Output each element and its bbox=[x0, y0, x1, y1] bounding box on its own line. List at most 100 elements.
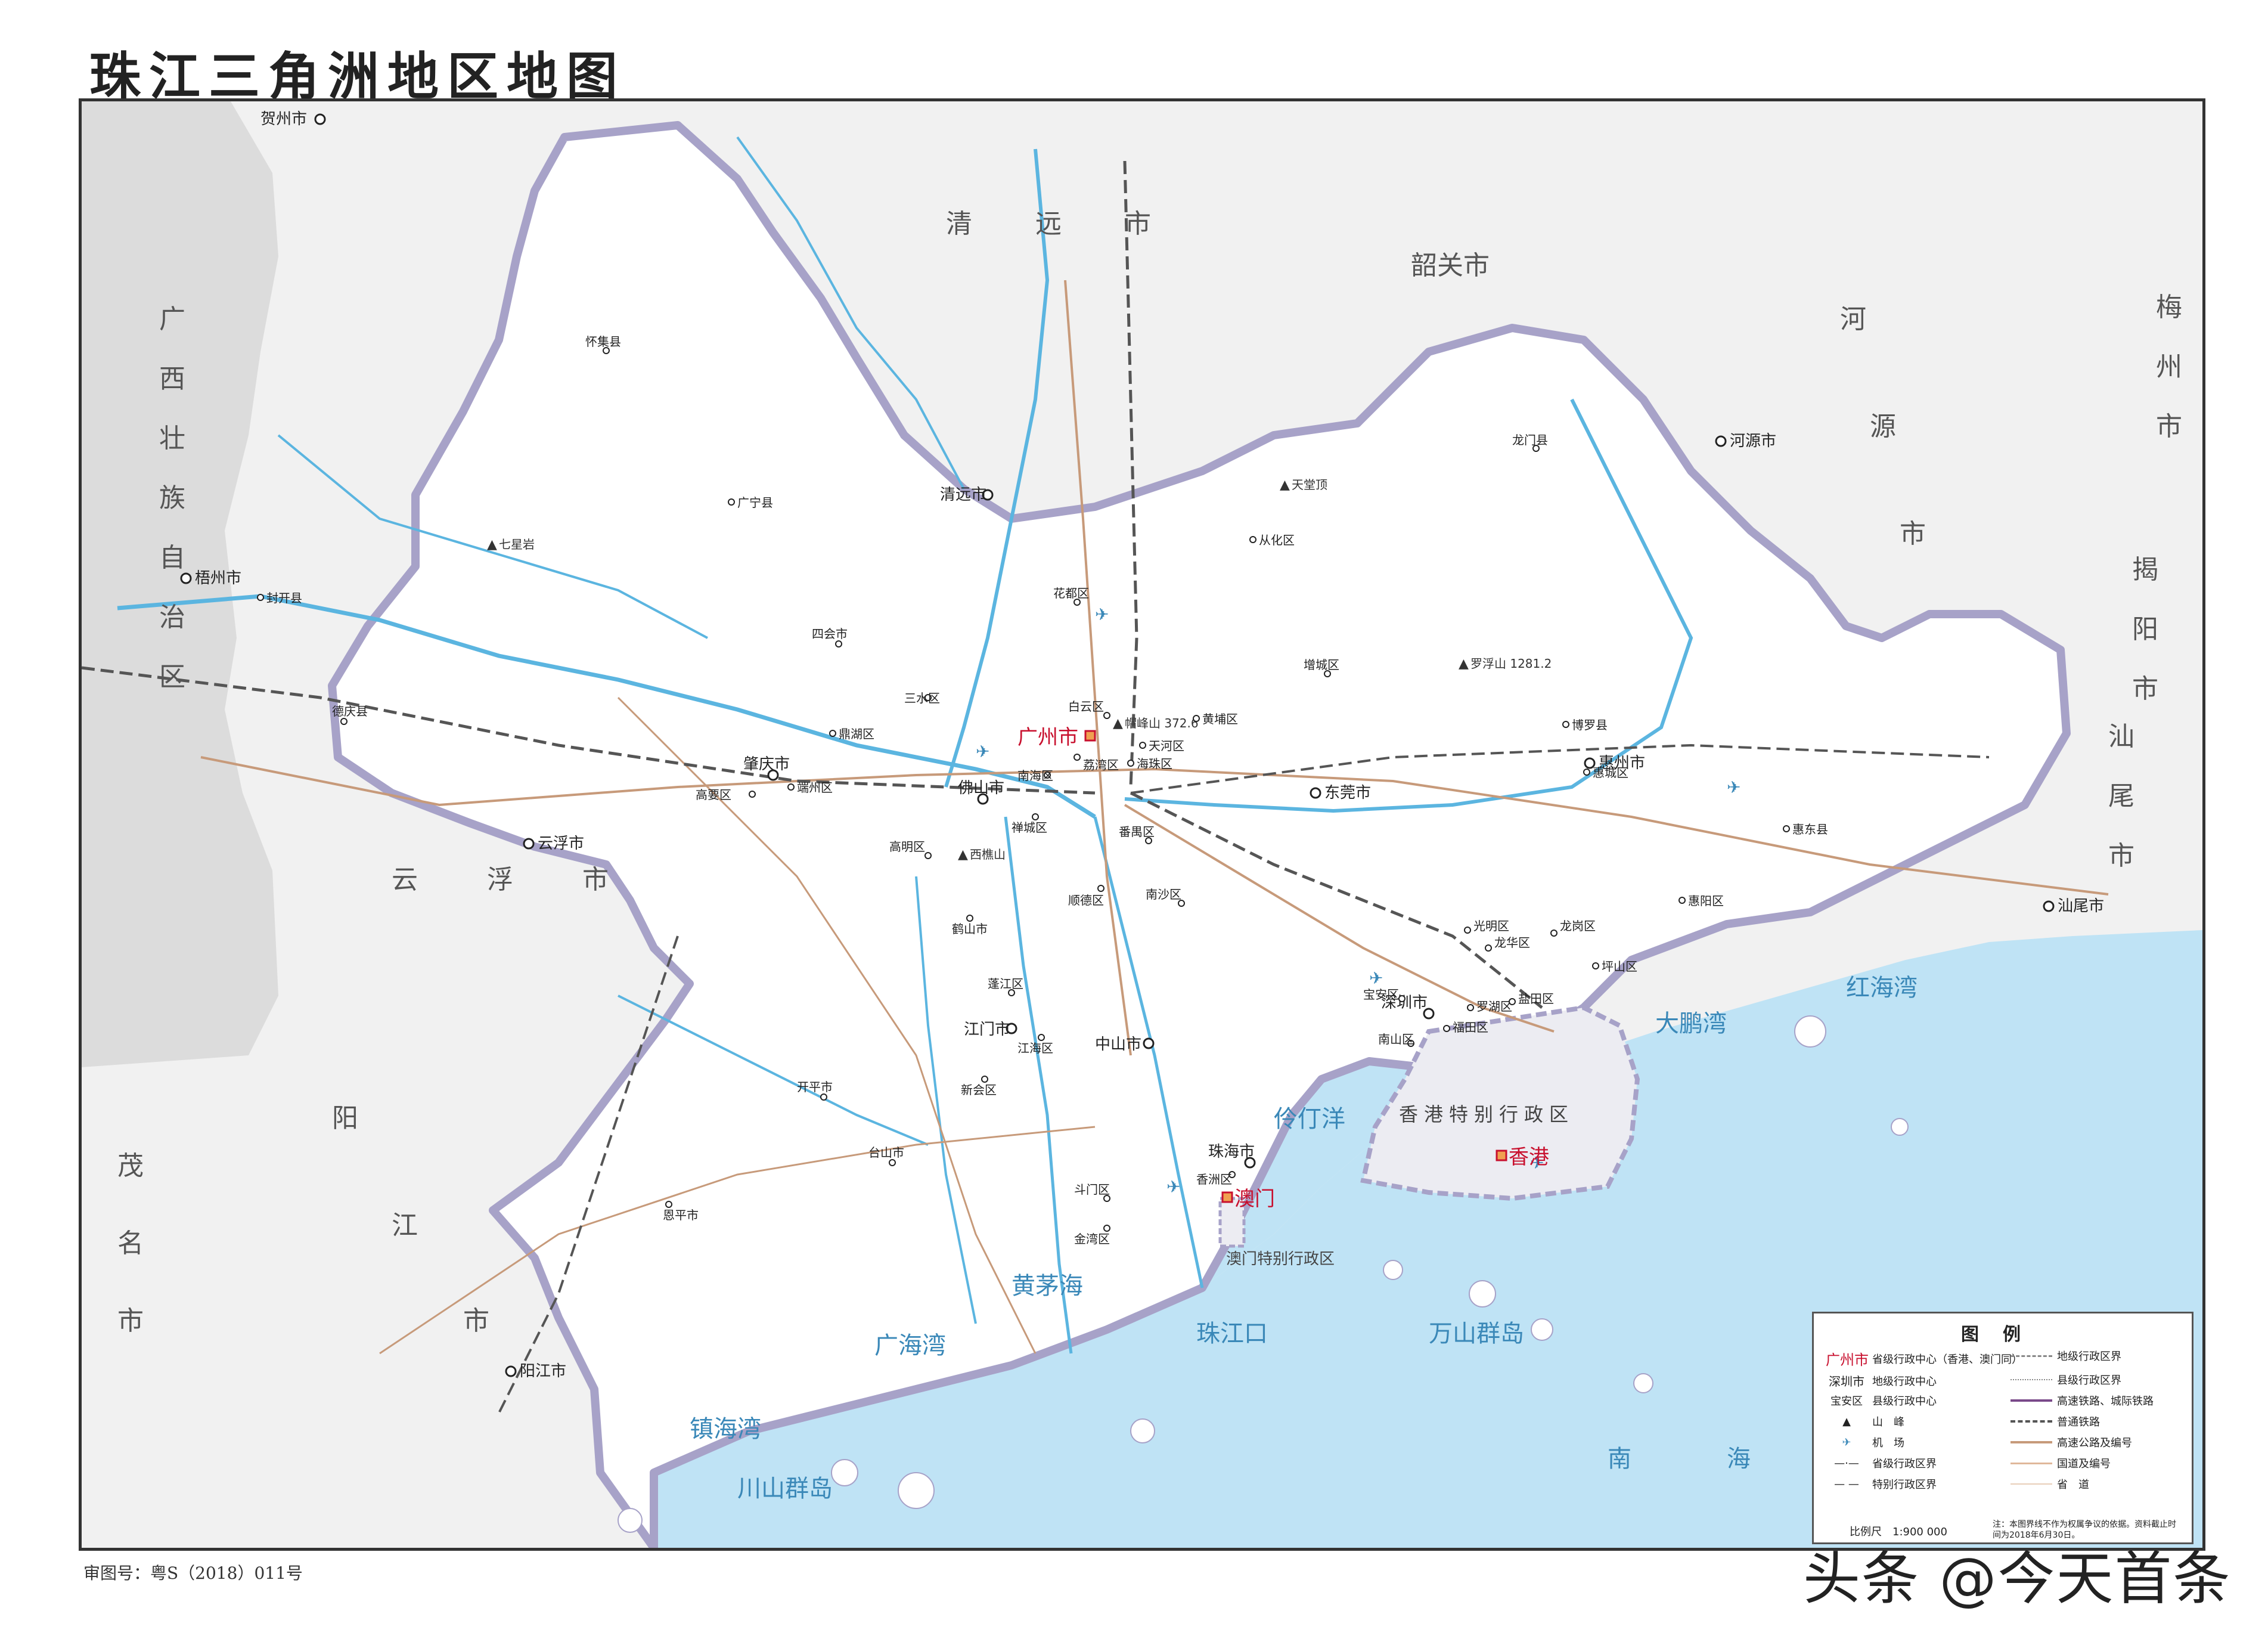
legend-row: 深圳市 地级行政中心 bbox=[1826, 1372, 1937, 1389]
svg-text:番禺区[interactable]: 番禺区 bbox=[1119, 825, 1155, 839]
svg-text:龙门县[interactable]: 龙门县 bbox=[1512, 433, 1548, 447]
legend-line-hsr bbox=[2011, 1399, 2052, 1402]
svg-text:罗湖区[interactable]: 罗湖区 bbox=[1476, 999, 1512, 1014]
svg-text:惠城区[interactable]: 惠城区 bbox=[1593, 766, 1628, 780]
svg-text:南海区[interactable]: 南海区 bbox=[1017, 769, 1053, 783]
zhenhai-label: 镇海湾 bbox=[690, 1415, 761, 1443]
svg-text:怀集县[interactable]: 怀集县 bbox=[585, 334, 621, 349]
svg-text:龙华区[interactable]: 龙华区 bbox=[1494, 935, 1530, 950]
svg-text:盐田区[interactable]: 盐田区 bbox=[1518, 992, 1554, 1006]
svg-text:广宁县[interactable]: 广宁县 bbox=[737, 495, 773, 510]
guangxi-label: 族 bbox=[159, 483, 185, 513]
svg-text:南山区[interactable]: 南山区 bbox=[1378, 1032, 1414, 1046]
city-foshan[interactable]: 佛山市 bbox=[958, 779, 1004, 797]
guangxi-label: 壮 bbox=[159, 423, 185, 454]
legend-label: 地级行政区界 bbox=[2057, 1350, 2121, 1363]
city-jiangmen[interactable]: 江门市 bbox=[964, 1021, 1010, 1039]
city-shanwei[interactable]: 汕尾市 bbox=[2058, 897, 2104, 915]
pearl-mouth-label: 珠江口 bbox=[1196, 1320, 1268, 1347]
city-wuzhou[interactable]: 梧州市 bbox=[195, 569, 241, 587]
legend-label: 特别行政区界 bbox=[1872, 1479, 1937, 1491]
svg-text:三水区[interactable]: 三水区 bbox=[904, 691, 940, 705]
legend-mountain-icon: ▲ bbox=[1842, 1415, 1851, 1428]
prefecture-marker bbox=[1715, 435, 1727, 447]
prefecture-marker bbox=[2043, 900, 2055, 912]
svg-text:高明区[interactable]: 高明区 bbox=[889, 839, 925, 854]
svg-text:四会市[interactable]: 四会市 bbox=[812, 627, 848, 641]
city-zhaoqing[interactable]: 肇庆市 bbox=[743, 755, 790, 773]
city-zhongshan[interactable]: 中山市 bbox=[1095, 1036, 1141, 1054]
legend-label: 地级行政中心 bbox=[1872, 1375, 1937, 1388]
svg-text:宝安区[interactable]: 宝安区 bbox=[1363, 987, 1399, 1002]
svg-text:惠东县[interactable]: 惠东县 bbox=[1792, 822, 1828, 837]
svg-text:禅城区[interactable]: 禅城区 bbox=[1012, 820, 1047, 835]
svg-text:端州区[interactable]: 端州区 bbox=[797, 780, 833, 795]
guangxi-label: 区 bbox=[159, 662, 185, 692]
svg-text:新会区[interactable]: 新会区 bbox=[961, 1083, 997, 1097]
airport-icon: ✈ bbox=[1727, 777, 1740, 797]
city-yunfu[interactable]: 云浮市 bbox=[538, 835, 584, 853]
svg-text:金湾区[interactable]: 金湾区 bbox=[1074, 1232, 1110, 1246]
county-baoan: 宝安区 bbox=[1363, 987, 1406, 1002]
svg-text:恩平市[interactable]: 恩平市 bbox=[663, 1208, 699, 1222]
legend-symbol-provincial-border: —·— bbox=[1834, 1457, 1859, 1470]
mountain-icon: ▲ bbox=[1280, 478, 1290, 492]
svg-text:江海区[interactable]: 江海区 bbox=[1017, 1041, 1053, 1055]
maoming-label: 名 bbox=[117, 1228, 144, 1259]
svg-text:顺德区[interactable]: 顺德区 bbox=[1068, 893, 1104, 907]
svg-text:鹤山市[interactable]: 鹤山市 bbox=[952, 922, 988, 936]
city-dongguan[interactable]: 东莞市 bbox=[1324, 784, 1371, 802]
svg-text:香洲区[interactable]: 香洲区 bbox=[1196, 1172, 1232, 1186]
legend-label: 省级行政区界 bbox=[1872, 1458, 1937, 1470]
lingding-label: 伶仃洋 bbox=[1274, 1105, 1345, 1133]
svg-text:海珠区[interactable]: 海珠区 bbox=[1137, 757, 1172, 771]
heyuan-label: 市 bbox=[1900, 519, 1926, 549]
peak-xiqiao: 西樵山 bbox=[970, 847, 1006, 862]
legend-line-expressway bbox=[2011, 1441, 2052, 1443]
svg-text:龙岗区[interactable]: 龙岗区 bbox=[1560, 919, 1596, 933]
svg-text:天河区[interactable]: 天河区 bbox=[1149, 739, 1184, 753]
svg-text:高要区[interactable]: 高要区 bbox=[696, 788, 731, 802]
svg-text:花都区[interactable]: 花都区 bbox=[1053, 586, 1089, 600]
shanwei-label: 尾 bbox=[2108, 781, 2134, 811]
city-heyuan[interactable]: 河源市 bbox=[1730, 432, 1776, 450]
legend-row: ✈ 机 场 bbox=[1826, 1435, 1904, 1450]
svg-text:台山市[interactable]: 台山市 bbox=[868, 1145, 904, 1160]
legend-title: 图例 bbox=[1961, 1324, 2044, 1345]
city-yangjiang[interactable]: 阳江市 bbox=[520, 1362, 566, 1380]
city-qingyuan[interactable]: 清远市 bbox=[940, 486, 986, 504]
maoming-label: 茂 bbox=[117, 1151, 144, 1181]
honghai-label: 红海湾 bbox=[1846, 974, 1918, 1002]
legend-symbol-county: 宝安区 bbox=[1830, 1395, 1863, 1408]
shanwei-label: 市 bbox=[2108, 841, 2134, 871]
heyuan-label: 源 bbox=[1870, 411, 1896, 442]
svg-text:开平市[interactable]: 开平市 bbox=[797, 1080, 833, 1094]
island bbox=[1633, 1373, 1653, 1393]
svg-text:黄埔区[interactable]: 黄埔区 bbox=[1202, 712, 1238, 726]
svg-text:增城区[interactable]: 增城区 bbox=[1304, 658, 1339, 672]
svg-text:德庆县[interactable]: 德庆县 bbox=[332, 704, 368, 718]
city-hongkong[interactable]: 香港 bbox=[1509, 1145, 1549, 1169]
city-hezhou[interactable]: 贺州市 bbox=[260, 110, 307, 128]
svg-text:从化区[interactable]: 从化区 bbox=[1259, 533, 1295, 547]
svg-text:白云区[interactable]: 白云区 bbox=[1068, 699, 1104, 714]
city-macau[interactable]: 澳门 bbox=[1234, 1187, 1275, 1211]
svg-text:荔湾区[interactable]: 荔湾区 bbox=[1083, 758, 1119, 772]
svg-text:福田区[interactable]: 福田区 bbox=[1453, 1020, 1488, 1034]
airport-icon: ✈ bbox=[1166, 1177, 1180, 1197]
svg-text:蓬江区[interactable]: 蓬江区 bbox=[988, 977, 1023, 991]
svg-text:博罗县[interactable]: 博罗县 bbox=[1572, 718, 1608, 732]
svg-text:斗门区[interactable]: 斗门区 bbox=[1074, 1182, 1110, 1197]
svg-text:惠阳区[interactable]: 惠阳区 bbox=[1688, 894, 1724, 908]
svg-text:光明区[interactable]: 光明区 bbox=[1473, 919, 1509, 933]
island bbox=[1531, 1318, 1553, 1341]
svg-text:封开县[interactable]: 封开县 bbox=[266, 591, 302, 605]
peak-qixing: 七星岩 bbox=[499, 537, 535, 552]
city-guangzhou[interactable]: 广州市 bbox=[1017, 726, 1078, 749]
city-zhuhai[interactable]: 珠海市 bbox=[1208, 1143, 1255, 1161]
legend-row: 高速公路及编号 bbox=[2011, 1435, 2132, 1450]
mountain-icon: ▲ bbox=[1459, 656, 1469, 671]
svg-text:鼎湖区[interactable]: 鼎湖区 bbox=[839, 727, 874, 741]
svg-text:南沙区[interactable]: 南沙区 bbox=[1146, 887, 1181, 901]
svg-text:坪山区[interactable]: 坪山区 bbox=[1602, 959, 1637, 974]
